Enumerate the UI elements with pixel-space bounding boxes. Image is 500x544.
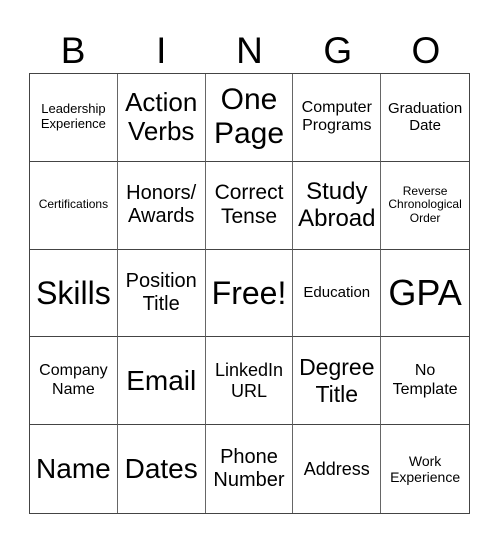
header-letter-b: B [60, 30, 86, 71]
bingo-cell[interactable]: Dates [118, 425, 206, 513]
bingo-cell[interactable]: Computer Programs [293, 74, 382, 162]
bingo-cell[interactable]: Work Experience [381, 425, 469, 513]
bingo-cell[interactable]: Name [30, 425, 118, 513]
bingo-cell[interactable]: Degree Title [293, 337, 382, 426]
bingo-cell[interactable]: Correct Tense [205, 161, 294, 250]
bingo-cell[interactable]: Graduation Date [381, 74, 469, 162]
bingo-cell[interactable]: Phone Number [206, 425, 294, 513]
header-letter-o: O [411, 30, 441, 71]
bingo-cell[interactable]: Skills [30, 249, 118, 338]
header-letter-g: G [323, 30, 353, 71]
header-letter-i: I [156, 30, 167, 71]
bingo-cell[interactable]: LinkedIn URL [205, 337, 294, 426]
bingo-cell[interactable]: Study Abroad [293, 161, 382, 250]
bingo-cell[interactable]: Action Verbs [117, 74, 206, 162]
bingo-cell[interactable]: Education [293, 249, 382, 338]
bingo-cell[interactable]: Leadership Experience [30, 74, 118, 162]
bingo-cell[interactable]: Certifications [30, 161, 118, 250]
header-letter-n: N [236, 30, 263, 71]
bingo-cell[interactable]: Email [117, 337, 206, 426]
bingo-cell[interactable]: GPA [381, 250, 469, 338]
bingo-header: B I N G O [29, 28, 470, 73]
bingo-cell[interactable]: Company Name [30, 337, 118, 426]
bingo-cell[interactable]: Honors/ Awards [117, 161, 206, 250]
bingo-cell[interactable]: Position Title [117, 249, 206, 338]
bingo-cell[interactable]: No Template [381, 337, 469, 426]
bingo-cell[interactable]: One Page [205, 74, 294, 162]
free-space-cell[interactable]: Free! [205, 249, 294, 338]
bingo-grid: Leadership Experience Action Verbs One P… [29, 73, 470, 514]
bingo-cell[interactable]: Address [293, 425, 382, 513]
bingo-cell[interactable]: Reverse Chronological Order [381, 162, 469, 250]
